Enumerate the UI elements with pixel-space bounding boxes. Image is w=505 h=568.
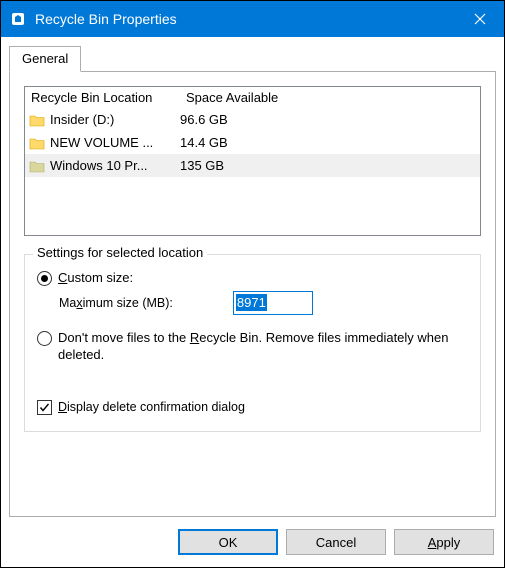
tab-general[interactable]: General — [9, 46, 81, 72]
radio-custom-size[interactable] — [37, 271, 52, 286]
list-row[interactable]: Insider (D:) 96.6 GB — [25, 108, 480, 131]
max-size-row: Maximum size (MB): 8971 — [59, 291, 468, 315]
radio-custom-size-row[interactable]: Custom size: — [37, 269, 468, 287]
max-size-input[interactable]: 8971 — [233, 291, 313, 315]
max-size-value: 8971 — [236, 294, 267, 311]
ok-button[interactable]: OK — [178, 529, 278, 555]
list-header: Recycle Bin Location Space Available — [25, 87, 480, 108]
close-button[interactable] — [456, 1, 504, 37]
checkbox-confirm[interactable] — [37, 400, 52, 415]
titlebar[interactable]: Recycle Bin Properties — [1, 1, 504, 37]
window-title: Recycle Bin Properties — [35, 11, 456, 27]
folder-icon — [28, 112, 46, 128]
tab-panel-general: Recycle Bin Location Space Available Ins… — [9, 71, 496, 517]
recycle-bin-icon — [9, 10, 27, 28]
apply-button[interactable]: Apply — [394, 529, 494, 555]
row-space: 135 GB — [180, 158, 480, 173]
folder-icon — [28, 158, 46, 174]
row-space: 96.6 GB — [180, 112, 480, 127]
location-list[interactable]: Recycle Bin Location Space Available Ins… — [24, 86, 481, 236]
row-name: NEW VOLUME ... — [50, 135, 180, 150]
content-area: General Recycle Bin Location Space Avail… — [1, 37, 504, 517]
folder-icon — [28, 135, 46, 151]
settings-group: Settings for selected location Custom si… — [24, 254, 481, 432]
close-icon — [474, 13, 486, 25]
dialog-buttons: OK Cancel Apply — [1, 517, 504, 567]
checkbox-confirm-label: Display delete confirmation dialog — [58, 400, 245, 414]
radio-dot-icon — [41, 275, 48, 282]
cancel-button[interactable]: Cancel — [286, 529, 386, 555]
radio-dont-move-row[interactable]: Don't move files to the Recycle Bin. Rem… — [37, 329, 468, 364]
header-space[interactable]: Space Available — [180, 87, 480, 108]
radio-custom-size-label: Custom size: — [58, 269, 133, 287]
list-row[interactable]: Windows 10 Pr... 135 GB — [25, 154, 480, 177]
row-name: Insider (D:) — [50, 112, 180, 127]
row-space: 14.4 GB — [180, 135, 480, 150]
max-size-label: Maximum size (MB): — [59, 296, 173, 310]
radio-dont-move-label: Don't move files to the Recycle Bin. Rem… — [58, 329, 468, 364]
row-name: Windows 10 Pr... — [50, 158, 180, 173]
check-confirm-row[interactable]: Display delete confirmation dialog — [37, 400, 468, 415]
list-row[interactable]: NEW VOLUME ... 14.4 GB — [25, 131, 480, 154]
radio-dont-move[interactable] — [37, 331, 52, 346]
tab-strip: General — [9, 45, 496, 71]
check-icon — [39, 402, 50, 413]
group-label: Settings for selected location — [33, 245, 207, 260]
header-location[interactable]: Recycle Bin Location — [25, 87, 180, 108]
